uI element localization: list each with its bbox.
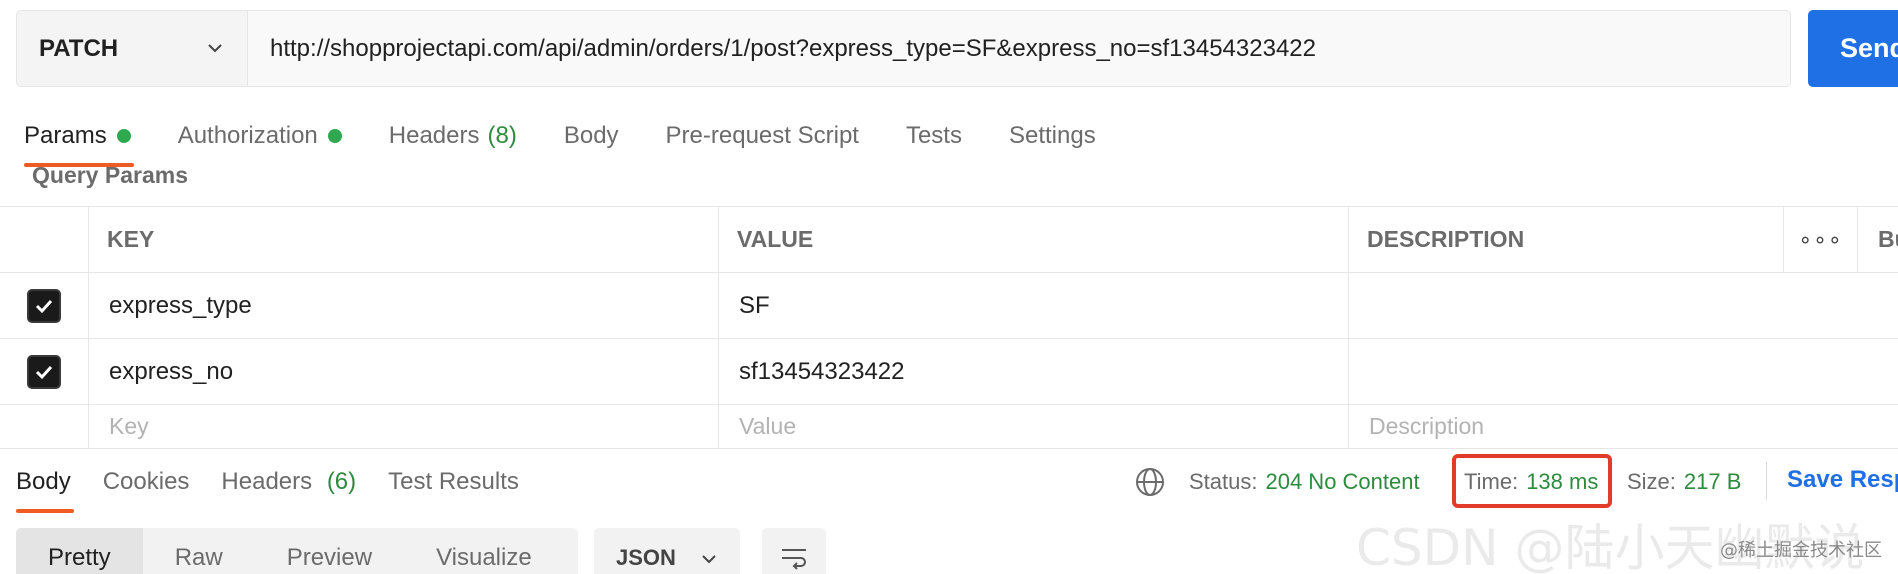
empty-checkbox-cell (0, 405, 88, 448)
tab-count: (6) (326, 468, 357, 495)
tab-label: Params (24, 122, 107, 149)
row-checkbox[interactable] (0, 273, 88, 338)
globe-icon[interactable] (1134, 466, 1166, 498)
param-value-cell[interactable]: sf13454323422 (718, 339, 1348, 404)
url-text: http://shopprojectapi.com/api/admin/orde… (270, 34, 1316, 62)
bulk-edit-button[interactable]: Bu (1857, 207, 1898, 272)
status-dot-icon (327, 129, 342, 143)
method-select[interactable]: PATCH (16, 10, 247, 87)
send-label: Send (1840, 33, 1898, 63)
response-tab-test-results[interactable]: Test Results (388, 468, 519, 496)
param-key: express_type (109, 291, 252, 319)
tab-headers[interactable]: Headers (8) (389, 122, 517, 150)
tab-label: Tests (905, 122, 962, 149)
more-options-button[interactable]: ∘∘∘ (1783, 207, 1857, 272)
watermark-small-text: @稀土掘金技术社区 (1720, 540, 1882, 561)
format-select[interactable]: JSON (594, 528, 740, 574)
column-header-key: KEY (88, 207, 718, 272)
new-value-input[interactable]: Value (718, 405, 1348, 448)
checkmark-icon (27, 354, 61, 389)
column-header-description: DESCRIPTION (1348, 207, 1783, 272)
table-row: express_no sf13454323422 (0, 338, 1898, 404)
status-info: Status: 204 No Content (1189, 462, 1420, 502)
status-value: 204 No Content (1265, 469, 1420, 494)
view-pretty[interactable]: Pretty (16, 528, 143, 574)
table-header-row: KEY VALUE DESCRIPTION ∘∘∘ Bu (0, 206, 1898, 272)
query-params-title: Query Params (32, 162, 188, 188)
param-value: SF (739, 291, 770, 319)
tab-params[interactable]: Params (24, 122, 131, 150)
tab-pre-request-script[interactable]: Pre-request Script (666, 122, 859, 150)
param-description-cell[interactable] (1348, 273, 1898, 338)
request-tabs: Params Authorization Headers (8) Body Pr… (24, 118, 1143, 154)
response-tab-cookies[interactable]: Cookies (103, 468, 190, 496)
response-divider (0, 448, 1898, 449)
more-icon: ∘∘∘ (1798, 226, 1843, 252)
tab-count: (8) (487, 122, 517, 149)
response-tab-headers[interactable]: Headers (6) (221, 468, 356, 496)
format-label: JSON (616, 545, 676, 570)
tab-body[interactable]: Body (564, 122, 619, 150)
size-label: Size: (1627, 469, 1676, 494)
url-input[interactable]: http://shopprojectapi.com/api/admin/orde… (247, 10, 1791, 87)
response-tab-body[interactable]: Body (16, 468, 71, 496)
tab-label: Pre-request Script (665, 122, 859, 149)
response-tabs: Body Cookies Headers (6) Test Results (16, 464, 551, 500)
column-label: Bu (1878, 226, 1898, 252)
response-view-tabs: Pretty Raw Preview Visualize (16, 528, 578, 574)
param-key: express_no (109, 357, 234, 385)
active-response-tab-underline (16, 509, 74, 513)
tab-label: Headers (388, 122, 480, 149)
value-placeholder: Value (739, 413, 797, 439)
wrap-lines-button[interactable] (762, 528, 826, 574)
tab-label: Authorization (177, 122, 318, 149)
time-highlight-box (1452, 454, 1612, 508)
size-info: Size: 217 B (1627, 462, 1741, 502)
param-key-cell[interactable]: express_type (88, 273, 718, 338)
send-button[interactable]: Send (1808, 10, 1898, 87)
size-value: 217 B (1683, 469, 1742, 494)
tab-settings[interactable]: Settings (1009, 122, 1096, 150)
key-placeholder: Key (109, 413, 149, 439)
chevron-down-icon (208, 44, 222, 53)
method-label: PATCH (39, 34, 119, 62)
chevron-down-icon (702, 555, 716, 564)
view-preview[interactable]: Preview (255, 528, 404, 574)
param-value: sf13454323422 (739, 357, 905, 385)
table-row-new: Key Value Description (0, 404, 1898, 448)
column-label: DESCRIPTION (1367, 226, 1525, 252)
tab-authorization[interactable]: Authorization (178, 122, 342, 150)
column-label: VALUE (737, 226, 814, 252)
new-description-input[interactable]: Description (1348, 405, 1898, 448)
status-dot-icon (116, 129, 131, 143)
tab-label: Headers (221, 468, 313, 495)
new-key-input[interactable]: Key (88, 405, 718, 448)
view-raw[interactable]: Raw (143, 528, 255, 574)
param-key-cell[interactable]: express_no (88, 339, 718, 404)
row-checkbox[interactable] (0, 339, 88, 404)
vertical-divider (1766, 462, 1767, 500)
tab-label: Body (563, 122, 619, 149)
column-header-value: VALUE (718, 207, 1348, 272)
tab-tests[interactable]: Tests (906, 122, 962, 150)
save-response-button[interactable]: Save Resp (1787, 466, 1898, 494)
param-description-cell[interactable] (1348, 339, 1898, 404)
column-label: KEY (107, 226, 155, 252)
checkmark-icon (27, 288, 61, 323)
wrap-lines-icon (782, 549, 806, 570)
param-value-cell[interactable]: SF (718, 273, 1348, 338)
view-visualize[interactable]: Visualize (404, 528, 564, 574)
description-placeholder: Description (1369, 413, 1485, 439)
table-row: express_type SF (0, 272, 1898, 338)
tab-label: Settings (1008, 122, 1096, 149)
status-label: Status: (1189, 469, 1258, 494)
